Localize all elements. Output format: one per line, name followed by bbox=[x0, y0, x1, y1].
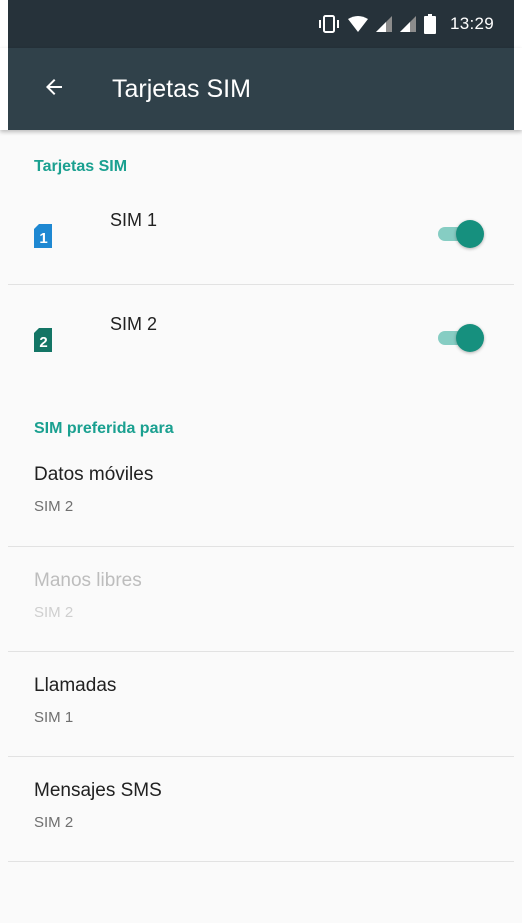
pref-row-mobile-data[interactable]: Datos móviles SIM 2 bbox=[8, 442, 514, 546]
pref-row-handsfree: Manos libres SIM 2 bbox=[8, 548, 514, 652]
divider bbox=[8, 756, 514, 757]
sim-row-2[interactable]: 2 SIM 2 bbox=[8, 286, 514, 390]
pref-row-sms[interactable]: Mensajes SMS SIM 2 bbox=[8, 758, 514, 862]
pref-title-sms: Mensajes SMS bbox=[34, 780, 162, 801]
sim2-label: SIM 2 bbox=[110, 314, 158, 334]
sim2-toggle-thumb bbox=[456, 324, 484, 352]
divider bbox=[8, 651, 514, 652]
page-title: Tarjetas SIM bbox=[112, 75, 251, 103]
svg-text:1: 1 bbox=[39, 230, 47, 247]
back-button[interactable] bbox=[34, 69, 74, 109]
arrow-back-icon bbox=[42, 75, 66, 104]
svg-text:2: 2 bbox=[39, 334, 47, 351]
sim1-label: SIM 1 bbox=[110, 210, 158, 230]
battery-icon bbox=[423, 14, 436, 34]
wifi-icon bbox=[347, 16, 368, 32]
status-bar: 13:29 bbox=[0, 0, 522, 48]
pref-value-calls: SIM 1 bbox=[34, 709, 74, 726]
vibrate-icon bbox=[318, 15, 340, 33]
divider bbox=[8, 284, 514, 285]
sim2-badge-icon: 2 bbox=[34, 328, 52, 352]
divider bbox=[8, 861, 514, 862]
section-header-sim-cards: Tarjetas SIM bbox=[34, 158, 128, 175]
status-time: 13:29 bbox=[449, 14, 494, 33]
pref-title-mobile-data: Datos móviles bbox=[34, 464, 154, 485]
pref-value-handsfree: SIM 2 bbox=[34, 604, 74, 621]
pref-row-calls[interactable]: Llamadas SIM 1 bbox=[8, 653, 514, 757]
app-bar: Tarjetas SIM bbox=[0, 48, 522, 130]
section-header-preferred-sim: SIM preferida para bbox=[34, 420, 174, 437]
sim-settings-screen: 13:29 Tarjetas SIM Tarjetas SIM 1 SIM 1 bbox=[0, 0, 522, 923]
signal-sim1-icon bbox=[375, 16, 392, 32]
sim-row-1[interactable]: 1 SIM 1 bbox=[8, 182, 514, 286]
sim1-toggle-thumb bbox=[456, 220, 484, 248]
divider bbox=[8, 546, 514, 547]
pref-title-calls: Llamadas bbox=[34, 675, 117, 696]
sim2-toggle[interactable] bbox=[436, 320, 484, 356]
pref-value-mobile-data: SIM 2 bbox=[34, 498, 74, 515]
pref-title-handsfree: Manos libres bbox=[34, 570, 142, 591]
pref-value-sms: SIM 2 bbox=[34, 814, 74, 831]
status-icons: 13:29 bbox=[318, 0, 494, 48]
sim1-badge-icon: 1 bbox=[34, 224, 52, 248]
sim1-toggle[interactable] bbox=[436, 216, 484, 252]
signal-sim2-icon bbox=[399, 16, 416, 32]
